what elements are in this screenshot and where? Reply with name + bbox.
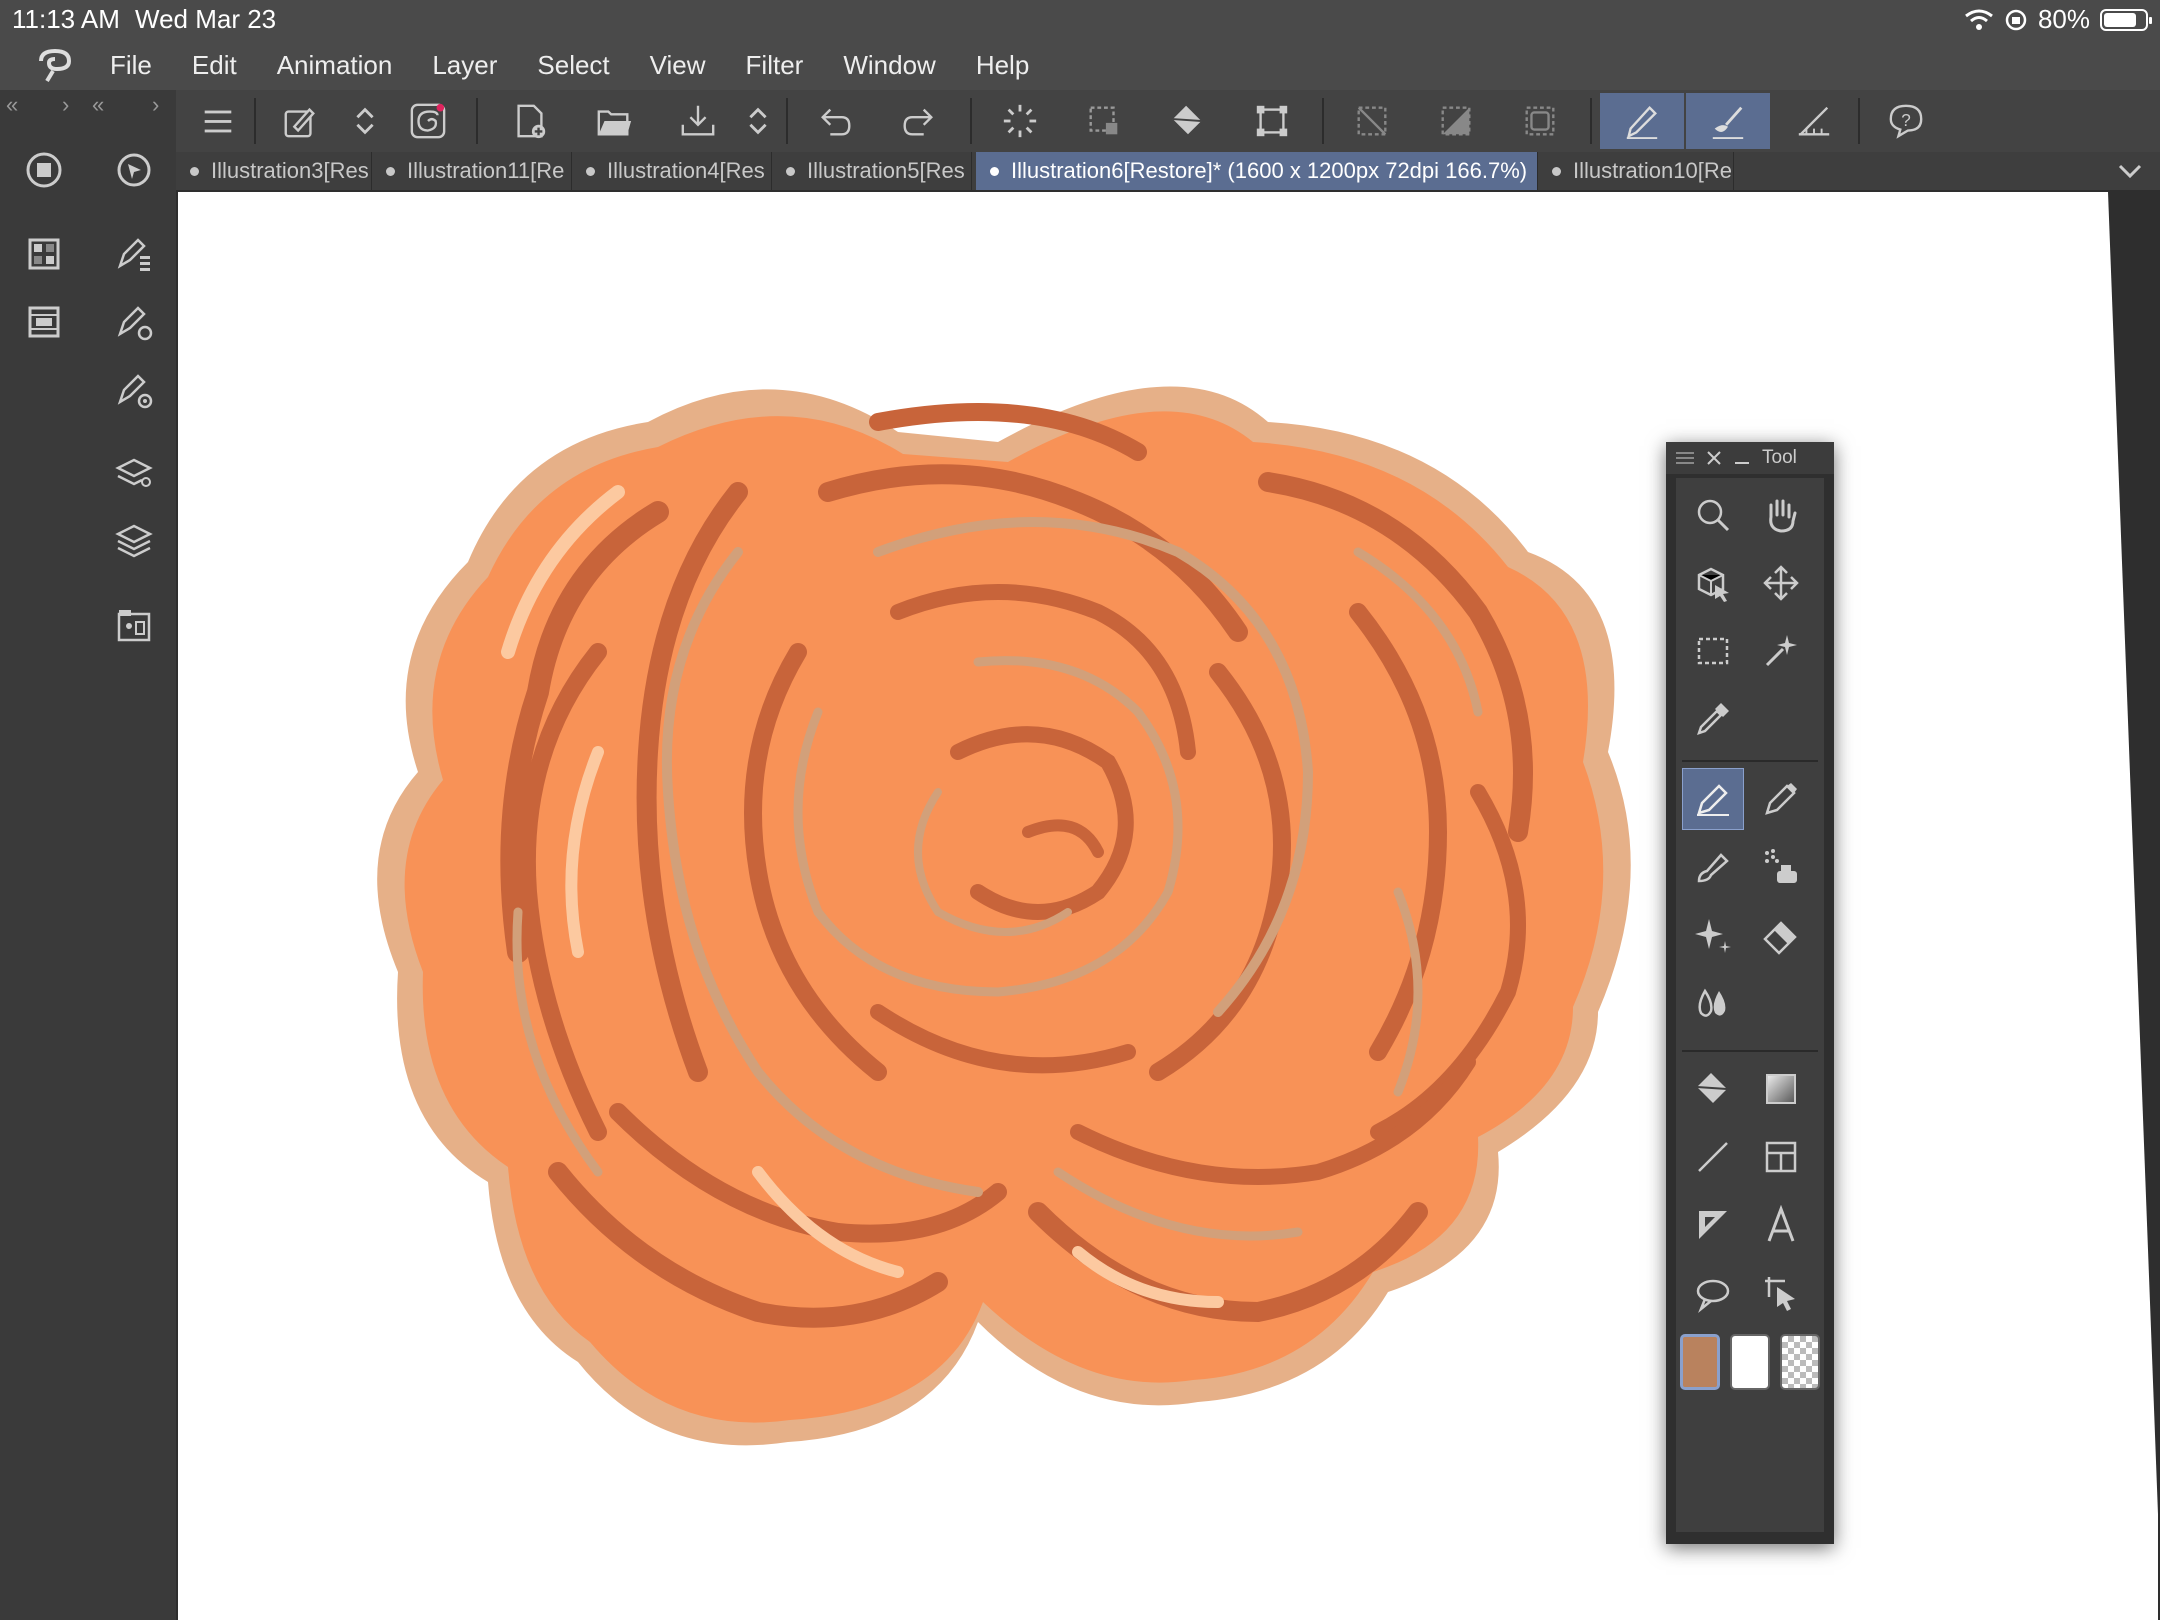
- zoom-icon[interactable]: [1682, 484, 1744, 546]
- menu-select[interactable]: Select: [537, 50, 609, 81]
- selection-icon[interactable]: [1080, 97, 1128, 145]
- new-canvas-icon[interactable]: [506, 97, 554, 145]
- color-set-icon[interactable]: [20, 230, 68, 278]
- tab-illustration4[interactable]: Illustration4[Res: [572, 152, 772, 190]
- gradient-icon[interactable]: [1750, 1058, 1812, 1120]
- undo-icon[interactable]: [812, 97, 860, 145]
- tab-illustration5[interactable]: Illustration5[Res: [772, 152, 972, 190]
- move-icon[interactable]: [1750, 552, 1812, 614]
- chevron-down-icon[interactable]: [2116, 158, 2144, 187]
- palette-title: Tool: [1762, 447, 1797, 468]
- eraser-icon[interactable]: [1750, 904, 1812, 966]
- up-down-icon[interactable]: [744, 97, 772, 145]
- menu-view[interactable]: View: [650, 50, 706, 81]
- magic-wand-icon[interactable]: [1750, 620, 1812, 682]
- status-right: 80%: [1964, 4, 2152, 35]
- timeline-icon[interactable]: [20, 298, 68, 346]
- drag-handle-icon[interactable]: [1676, 451, 1694, 465]
- ruler-icon[interactable]: [1790, 97, 1838, 145]
- fill-icon[interactable]: [1682, 1058, 1744, 1120]
- menu-layer[interactable]: Layer: [432, 50, 497, 81]
- svg-text:?: ?: [1901, 111, 1911, 130]
- canvas-drawing[interactable]: [178, 192, 2158, 1620]
- brush-icon[interactable]: [1682, 836, 1744, 898]
- tab-illustration6[interactable]: Illustration6[Restore]* (1600 x 1200px 7…: [976, 152, 1538, 190]
- layers-icon[interactable]: [110, 516, 158, 564]
- open-folder-icon[interactable]: [590, 97, 638, 145]
- menu-help[interactable]: Help: [976, 50, 1029, 81]
- main-color-swatch[interactable]: [1680, 1334, 1720, 1390]
- color-wheel-icon[interactable]: [20, 146, 68, 194]
- spiral-icon[interactable]: [404, 97, 452, 145]
- balloon-icon[interactable]: [1682, 1262, 1744, 1324]
- sub-color-swatch[interactable]: [1730, 1334, 1770, 1390]
- material-icon[interactable]: [110, 602, 158, 650]
- brush-mode-icon[interactable]: [1686, 93, 1770, 149]
- navigator-icon[interactable]: [110, 146, 158, 194]
- orientation-lock-icon: [2005, 9, 2027, 30]
- edit-icon[interactable]: [276, 97, 324, 145]
- date: Wed Mar 23: [135, 4, 277, 34]
- status-bar: 11:13 AM Wed Mar 23 80%: [0, 0, 2160, 40]
- tool-list: [1676, 478, 1824, 1532]
- transform-icon[interactable]: [1248, 97, 1296, 145]
- pencil-icon[interactable]: [1750, 768, 1812, 830]
- battery-percent: 80%: [2037, 4, 2090, 34]
- tool-property-icon[interactable]: [110, 298, 158, 346]
- deselect-icon[interactable]: [1348, 97, 1396, 145]
- menu-window[interactable]: Window: [843, 50, 935, 81]
- transparent-color-swatch[interactable]: [1780, 1334, 1820, 1390]
- battery-icon: [2100, 8, 2152, 31]
- pen-icon[interactable]: [1682, 768, 1744, 830]
- redo-icon[interactable]: [894, 97, 942, 145]
- collapse-left-icon[interactable]: «: [92, 92, 104, 118]
- fill-icon[interactable]: [1164, 97, 1212, 145]
- clock: 11:13 AM: [12, 4, 120, 34]
- brush-size-icon[interactable]: [110, 366, 158, 414]
- canvas-area[interactable]: [176, 190, 2160, 1620]
- pen-mode-icon[interactable]: [1600, 93, 1684, 149]
- blend-icon[interactable]: [1682, 972, 1744, 1034]
- object-icon[interactable]: [1682, 552, 1744, 614]
- correct-line-icon[interactable]: [1750, 1262, 1812, 1324]
- menu-file[interactable]: File: [110, 50, 152, 81]
- hand-icon[interactable]: [1750, 484, 1812, 546]
- line-icon[interactable]: [1682, 1126, 1744, 1188]
- menu-bar: File Edit Animation Layer Select View Fi…: [0, 40, 2160, 90]
- ruler-icon[interactable]: [1682, 1194, 1744, 1256]
- frame-icon[interactable]: [1750, 1126, 1812, 1188]
- tool-palette: Tool: [1666, 442, 1834, 1544]
- document-tabs: Illustration3[Res Illustration11[Re Illu…: [176, 152, 2160, 190]
- rect-select-icon[interactable]: [1682, 620, 1744, 682]
- expand-right-icon[interactable]: ›: [62, 92, 69, 118]
- sub-tool-icon[interactable]: [110, 230, 158, 278]
- minimize-icon[interactable]: [1734, 450, 1750, 466]
- invert-selection-icon[interactable]: [1432, 97, 1480, 145]
- airbrush-icon[interactable]: [1750, 836, 1812, 898]
- decoration-icon[interactable]: [1682, 904, 1744, 966]
- left-sidebar: « › « ›: [0, 90, 176, 1620]
- collapse-left-icon[interactable]: «: [6, 92, 18, 118]
- menu-animation[interactable]: Animation: [277, 50, 393, 81]
- eyedropper-icon[interactable]: [1682, 688, 1744, 750]
- menu-filter[interactable]: Filter: [746, 50, 804, 81]
- wifi-icon: [1965, 9, 1993, 30]
- expand-right-icon[interactable]: ›: [152, 92, 159, 118]
- text-icon[interactable]: [1750, 1194, 1812, 1256]
- menu-edit[interactable]: Edit: [192, 50, 237, 81]
- save-icon[interactable]: [674, 97, 722, 145]
- up-down-icon[interactable]: [351, 97, 379, 145]
- loading-icon[interactable]: [996, 97, 1044, 145]
- palette-header[interactable]: Tool: [1666, 442, 1834, 474]
- help-icon[interactable]: ?: [1882, 97, 1930, 145]
- crop-icon[interactable]: [1516, 97, 1564, 145]
- app-logo-icon[interactable]: [0, 40, 110, 90]
- layer-property-icon[interactable]: [110, 448, 158, 496]
- close-icon[interactable]: [1706, 450, 1722, 466]
- tab-illustration11[interactable]: Illustration11[Re: [372, 152, 572, 190]
- command-bar: ?: [176, 90, 2160, 152]
- tab-illustration3[interactable]: Illustration3[Res: [176, 152, 372, 190]
- tab-illustration10[interactable]: Illustration10[Re: [1538, 152, 1734, 190]
- menu-icon[interactable]: [194, 97, 242, 145]
